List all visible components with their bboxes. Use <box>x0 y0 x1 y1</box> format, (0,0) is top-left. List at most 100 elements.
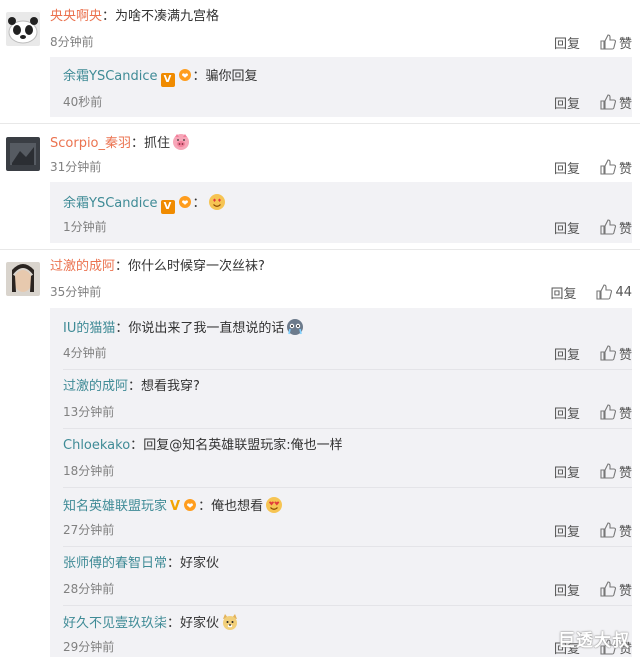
like-button[interactable]: 赞 <box>600 158 632 177</box>
divider <box>63 605 632 606</box>
like-button[interactable]: 赞 <box>600 93 632 112</box>
timestamp: 28分钟前 <box>63 582 115 596</box>
like-label: 赞 <box>618 221 632 237</box>
reply-actions: 回复 赞 <box>554 580 632 599</box>
reply-box: IU的猫猫：你说出来了我一直想说的话 4分钟前 回复 赞 过激的成阿：想看我穿?… <box>50 308 632 657</box>
comment-line: 过激的成阿：你什么时候穿一次丝袜? <box>50 259 265 274</box>
username[interactable]: 央央啊央 <box>50 9 102 24</box>
like-label: 赞 <box>618 161 632 177</box>
reply-text: 想看我穿? <box>141 379 200 394</box>
username[interactable]: 余霜YSCandice <box>63 69 158 84</box>
reply-box: 余霜YSCandice V ❤ ：骗你回复 40秒前 回复 赞 <box>50 57 632 117</box>
reply-text: 骗你回复 <box>205 69 258 84</box>
reply-button[interactable]: 回复 <box>554 158 580 177</box>
timestamp: 8分钟前 <box>50 35 94 49</box>
timestamp: 1分钟前 <box>63 220 107 234</box>
reply-button[interactable]: 回复 <box>554 403 580 422</box>
like-button[interactable]: 赞 <box>600 521 632 540</box>
like-label: 赞 <box>618 406 632 422</box>
like-button[interactable]: 44 <box>596 284 632 300</box>
reply-line: 余霜YSCandice V ❤： <box>63 193 226 214</box>
pig-emoji-icon <box>173 134 190 150</box>
username[interactable]: Scorpio_秦羽 <box>50 136 131 151</box>
reply-line: 好久不见壹玖玖柒：好家伙 <box>63 613 239 633</box>
reply-actions: 回复 赞 <box>554 344 632 363</box>
reply-button[interactable]: 回复 <box>554 580 580 599</box>
username[interactable]: 余霜YSCandice <box>63 196 158 211</box>
reply-text: 你说出来了我一直想说的话 <box>128 321 285 336</box>
reply-button[interactable]: 回复 <box>554 93 580 112</box>
reply-line: 张师傅的春智日常：好家伙 <box>63 556 220 571</box>
comment-actions: 回复 赞 <box>554 158 632 177</box>
verified-badge-icon: V <box>160 73 175 87</box>
like-button[interactable]: 赞 <box>600 403 632 422</box>
timestamp: 13分钟前 <box>63 405 115 419</box>
comment-actions: 回复 赞 <box>554 33 632 52</box>
divider <box>63 428 632 429</box>
thumbs-up-icon <box>596 284 613 300</box>
reply-button[interactable]: 回复 <box>554 344 580 363</box>
comment-line: Scorpio_秦羽：抓住 <box>50 133 190 153</box>
svg-text:❤: ❤ <box>181 72 188 81</box>
reply-button[interactable]: 回复 <box>554 521 580 540</box>
reply-text: 俺也想看 <box>211 499 264 514</box>
username[interactable]: 知名英雄联盟玩家 <box>63 499 167 514</box>
avatar[interactable] <box>6 137 40 171</box>
timestamp: 27分钟前 <box>63 523 115 537</box>
member-badge-icon: ❤ <box>184 499 197 511</box>
member-badge-icon: ❤ <box>178 69 191 81</box>
verified-badge-icon: V <box>170 499 181 514</box>
timestamp: 35分钟前 <box>50 285 102 299</box>
timestamp: 18分钟前 <box>63 464 115 478</box>
like-button[interactable]: 赞 <box>600 218 632 237</box>
divider <box>63 546 632 547</box>
thumbs-up-icon <box>600 522 616 538</box>
username[interactable]: Chloekako <box>63 438 130 453</box>
svg-text:❤: ❤ <box>187 502 194 511</box>
reply-line: 余霜YSCandice V ❤ ：骗你回复 <box>63 69 258 87</box>
comment-text: 抓住 <box>144 136 171 151</box>
divider <box>0 249 640 250</box>
timestamp: 40秒前 <box>63 95 103 109</box>
avatar[interactable] <box>6 12 40 46</box>
timestamp: 4分钟前 <box>63 346 107 360</box>
like-label: 赞 <box>618 96 632 112</box>
username[interactable]: 张师傅的春智日常 <box>63 556 167 571</box>
reply-button[interactable]: 回复 <box>554 462 580 481</box>
username[interactable]: 好久不见壹玖玖柒 <box>63 616 167 631</box>
reply-text: 好家伙 <box>180 556 220 571</box>
like-button[interactable]: 赞 <box>600 33 632 52</box>
avatar[interactable] <box>6 262 40 296</box>
thumbs-up-icon <box>600 159 616 175</box>
reply-actions: 回复 赞 <box>554 462 632 481</box>
verified-badge-icon: V <box>160 200 175 214</box>
reply-actions: 回复 赞 <box>554 403 632 422</box>
like-label: 赞 <box>618 583 632 599</box>
thumbs-up-icon <box>600 404 616 420</box>
username[interactable]: 过激的成阿 <box>63 379 128 394</box>
doge-emoji-icon <box>223 614 238 630</box>
thumbs-up-icon <box>600 34 616 50</box>
username[interactable]: 过激的成阿 <box>50 259 115 274</box>
watermark: 巨透大叔 <box>558 631 630 651</box>
divider <box>63 369 632 370</box>
reply-actions: 回复 赞 <box>554 218 632 237</box>
reply-actions: 回复 赞 <box>554 93 632 112</box>
thumbs-up-icon <box>600 219 616 235</box>
comment-text: 你什么时候穿一次丝袜? <box>128 259 265 274</box>
thumbs-up-icon <box>600 94 616 110</box>
like-button[interactable]: 赞 <box>600 344 632 363</box>
reply-line: 知名英雄联盟玩家 V ❤ ：俺也想看 <box>63 496 283 516</box>
thumbs-up-icon <box>600 463 616 479</box>
heart-eyes-emoji-icon <box>208 194 225 210</box>
like-button[interactable]: 赞 <box>600 580 632 599</box>
comment-text: 为啥不凑满九宫格 <box>115 9 220 24</box>
like-button[interactable]: 赞 <box>600 462 632 481</box>
username[interactable]: IU的猫猫 <box>63 321 115 336</box>
reply-box: 余霜YSCandice V ❤： 1分钟前 回复 赞 <box>50 182 632 243</box>
thumbs-up-icon <box>600 345 616 361</box>
reply-button[interactable]: 回复 <box>554 218 580 237</box>
reply-button[interactable]: 回复 <box>550 283 576 302</box>
reply-button[interactable]: 回复 <box>554 33 580 52</box>
timestamp: 31分钟前 <box>50 160 102 174</box>
